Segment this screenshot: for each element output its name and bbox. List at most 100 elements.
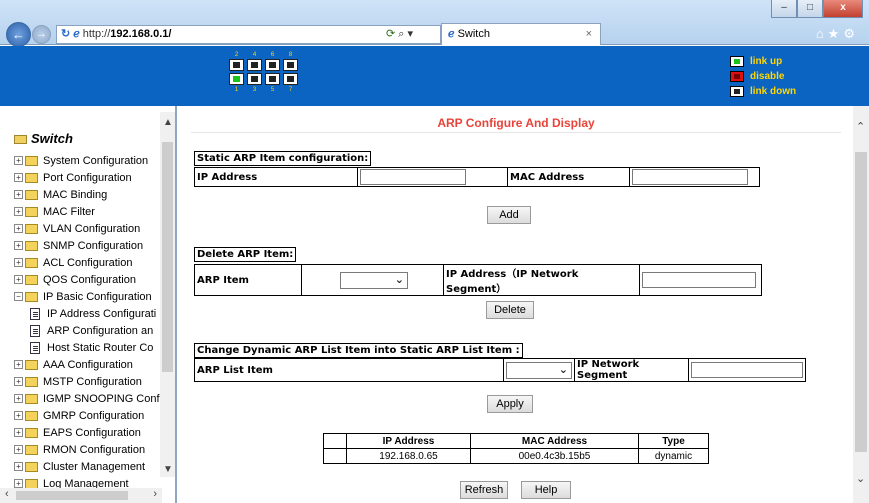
sidebar-item-mstp-configuration[interactable]: + MSTP Configuration bbox=[14, 373, 142, 390]
refresh-icon[interactable]: ↻ bbox=[61, 28, 70, 40]
scroll-up-icon[interactable]: ⌃ bbox=[856, 120, 865, 133]
sidebar-item-mac-filter[interactable]: + MAC Filter bbox=[14, 203, 95, 220]
sidebar-item-gmrp-configuration[interactable]: + GMRP Configuration bbox=[14, 407, 144, 424]
expand-icon[interactable]: + bbox=[14, 445, 23, 454]
port-1-icon[interactable] bbox=[229, 73, 244, 85]
sidebar-item-igmp-snooping[interactable]: + IGMP SNOOPING Confi bbox=[14, 390, 162, 407]
close-window-button[interactable]: x bbox=[823, 0, 863, 18]
delete-arp-section-label: Delete ARP Item: bbox=[194, 247, 297, 262]
sidebar-item-system-configuration[interactable]: + System Configuration bbox=[14, 152, 148, 169]
scroll-up-icon[interactable]: ▲ bbox=[163, 117, 173, 128]
sidebar-item-ip-basic-configuration[interactable]: − IP Basic Configuration bbox=[14, 288, 152, 305]
port-7-icon[interactable] bbox=[283, 73, 298, 85]
help-button[interactable]: Help bbox=[521, 481, 571, 499]
expand-icon[interactable]: + bbox=[14, 156, 23, 165]
expand-icon[interactable]: + bbox=[14, 190, 23, 199]
static-ip-input[interactable] bbox=[360, 169, 466, 185]
sidebar-item-mac-binding[interactable]: + MAC Binding bbox=[14, 186, 107, 203]
sidebar-item-host-static-router[interactable]: Host Static Router Co bbox=[30, 339, 153, 356]
sidebar-item-cluster-management[interactable]: + Cluster Management bbox=[14, 458, 145, 475]
browser-tab[interactable]: ℯ Switch × bbox=[441, 23, 601, 45]
refresh-button[interactable]: Refresh bbox=[460, 481, 508, 499]
port-2-icon[interactable] bbox=[229, 59, 244, 71]
tab-title: Switch bbox=[457, 28, 490, 40]
legend-link-down: link down bbox=[730, 84, 796, 98]
sidebar-item-qos-configuration[interactable]: + QOS Configuration bbox=[14, 271, 136, 288]
change-arp-form: ARP List Item ⌄ IP Network Segment bbox=[194, 358, 806, 382]
sidebar-item-label: IP Address Configurati bbox=[47, 307, 157, 320]
compat-view-icon[interactable]: ⟳ bbox=[386, 28, 395, 40]
port-number: 5 bbox=[270, 87, 275, 93]
port-4-icon[interactable] bbox=[247, 59, 262, 71]
tab-close-icon[interactable]: × bbox=[586, 24, 592, 44]
sidebar-item-aaa-configuration[interactable]: + AAA Configuration bbox=[14, 356, 133, 373]
expand-icon[interactable]: + bbox=[14, 462, 23, 471]
sidebar-item-acl-configuration[interactable]: + ACL Configuration bbox=[14, 254, 132, 271]
arp-list-item-select[interactable]: ⌄ bbox=[506, 361, 572, 379]
sidebar-item-ip-address-configuration[interactable]: IP Address Configurati bbox=[30, 305, 156, 322]
scrollbar-thumb[interactable] bbox=[16, 491, 128, 500]
change-arp-section-label: Change Dynamic ARP List Item into Static… bbox=[194, 343, 523, 358]
sidebar-tree: Switch + System Configuration + Port Confi… bbox=[0, 106, 177, 503]
legend-link-up: link up bbox=[730, 54, 796, 68]
link-up-icon bbox=[730, 55, 744, 67]
sidebar-item-rmon-configuration[interactable]: + RMON Configuration bbox=[14, 441, 145, 458]
folder-icon bbox=[25, 189, 38, 200]
sidebar-horizontal-scrollbar[interactable]: ‹ › bbox=[0, 488, 162, 503]
sidebar-item-port-configuration[interactable]: + Port Configuration bbox=[14, 169, 132, 186]
port-8-icon[interactable] bbox=[283, 59, 298, 71]
collapse-icon[interactable]: − bbox=[14, 292, 23, 301]
sidebar-item-label: MSTP Configuration bbox=[43, 375, 142, 388]
expand-icon[interactable]: + bbox=[14, 173, 23, 182]
scroll-down-icon[interactable]: ▼ bbox=[163, 464, 173, 475]
expand-icon[interactable]: + bbox=[14, 207, 23, 216]
port-5-icon[interactable] bbox=[265, 73, 280, 85]
sidebar-item-arp-configuration[interactable]: ARP Configuration an bbox=[30, 322, 153, 339]
scroll-down-icon[interactable]: ⌄ bbox=[856, 472, 865, 485]
tree-root[interactable]: Switch bbox=[14, 131, 73, 146]
ip-network-segment-input[interactable] bbox=[691, 362, 803, 378]
address-bar[interactable]: ↻ ℯ http://192.168.0.1/ bbox=[56, 25, 441, 44]
row-select-cell[interactable] bbox=[323, 448, 347, 464]
ie-icon: ℯ bbox=[73, 28, 80, 40]
port-6-icon[interactable] bbox=[265, 59, 280, 71]
apply-button[interactable]: Apply bbox=[487, 395, 533, 413]
sidebar-item-label: QOS Configuration bbox=[43, 273, 136, 286]
delete-ip-input[interactable] bbox=[642, 272, 756, 288]
expand-icon[interactable]: + bbox=[14, 241, 23, 250]
add-button[interactable]: Add bbox=[487, 206, 531, 224]
port-3-icon[interactable] bbox=[247, 73, 262, 85]
scrollbar-thumb[interactable] bbox=[855, 152, 867, 452]
static-mac-input[interactable] bbox=[632, 169, 748, 185]
sidebar-item-label: Cluster Management bbox=[43, 460, 146, 473]
expand-icon[interactable]: + bbox=[14, 360, 23, 369]
minimize-button[interactable]: – bbox=[771, 0, 797, 18]
table-row[interactable]: 192.168.0.65 00e0.4c3b.15b5 dynamic bbox=[323, 448, 709, 464]
expand-icon[interactable]: + bbox=[14, 479, 23, 488]
expand-icon[interactable]: + bbox=[14, 275, 23, 284]
sidebar-item-label: VLAN Configuration bbox=[43, 222, 141, 235]
toolbar-icons[interactable]: ⌂★⚙ bbox=[816, 26, 859, 42]
sidebar-item-snmp-configuration[interactable]: + SNMP Configuration bbox=[14, 237, 143, 254]
scrollbar-thumb[interactable] bbox=[162, 142, 173, 372]
folder-icon bbox=[25, 257, 38, 268]
forward-button[interactable]: → bbox=[32, 25, 51, 44]
expand-icon[interactable]: + bbox=[14, 428, 23, 437]
back-button[interactable]: ← bbox=[6, 22, 31, 47]
expand-icon[interactable]: + bbox=[14, 258, 23, 267]
expand-icon[interactable]: + bbox=[14, 411, 23, 420]
sidebar-item-eaps-configuration[interactable]: + EAPS Configuration bbox=[14, 424, 141, 441]
search-icon[interactable]: ⌕ ▾ bbox=[398, 28, 413, 40]
expand-icon[interactable]: + bbox=[14, 394, 23, 403]
expand-icon[interactable]: + bbox=[14, 377, 23, 386]
ip-network-segment-cell bbox=[688, 358, 806, 382]
maximize-button[interactable]: □ bbox=[797, 0, 823, 18]
expand-icon[interactable]: + bbox=[14, 224, 23, 233]
arp-item-select[interactable]: ⌄ bbox=[340, 271, 408, 289]
main-vertical-scrollbar[interactable]: ⌃ ⌄ bbox=[853, 106, 869, 503]
sidebar-vertical-scrollbar[interactable]: ▲ ▼ bbox=[160, 112, 175, 477]
scroll-left-icon[interactable]: ‹ bbox=[5, 488, 9, 500]
sidebar-item-vlan-configuration[interactable]: + VLAN Configuration bbox=[14, 220, 140, 237]
delete-button[interactable]: Delete bbox=[486, 301, 534, 319]
scroll-right-icon[interactable]: › bbox=[153, 488, 157, 500]
